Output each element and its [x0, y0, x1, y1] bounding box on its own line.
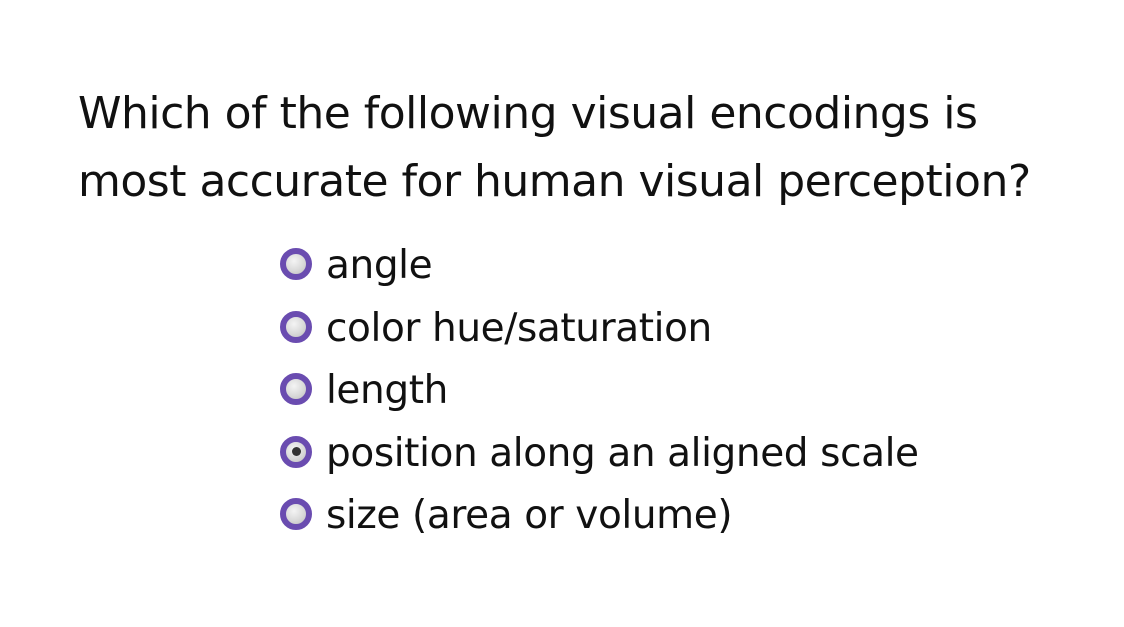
radio-ring — [280, 310, 312, 343]
option-position-aligned-scale[interactable]: position along an aligned scale — [280, 423, 919, 486]
option-color-hue-saturation[interactable]: color hue/saturation — [280, 298, 919, 361]
option-size-area-volume[interactable]: size (area or volume) — [280, 485, 919, 548]
radio-button-icon[interactable] — [280, 373, 312, 406]
radio-button-icon[interactable] — [280, 310, 312, 343]
option-label: size (area or volume) — [326, 493, 733, 539]
radio-ring — [280, 373, 312, 406]
radio-ring — [280, 248, 312, 281]
radio-button-icon[interactable] — [280, 498, 312, 531]
radio-button-icon[interactable] — [280, 435, 312, 468]
question-line-2: most accurate for human visual perceptio… — [78, 156, 1031, 207]
option-label: color hue/saturation — [326, 305, 712, 351]
question-text: Which of the following visual encodings … — [78, 80, 1078, 216]
option-length[interactable]: length — [280, 360, 919, 423]
option-angle[interactable]: angle — [280, 235, 919, 298]
answer-options-list: angle color hue/saturation length positi… — [280, 235, 919, 548]
option-label: length — [326, 368, 448, 414]
radio-selected-dot — [292, 446, 301, 456]
option-label: position along an aligned scale — [326, 430, 919, 476]
option-label: angle — [326, 243, 433, 289]
radio-button-icon[interactable] — [280, 248, 312, 281]
question-line-1: Which of the following visual encodings … — [78, 88, 978, 139]
radio-ring — [280, 498, 312, 531]
